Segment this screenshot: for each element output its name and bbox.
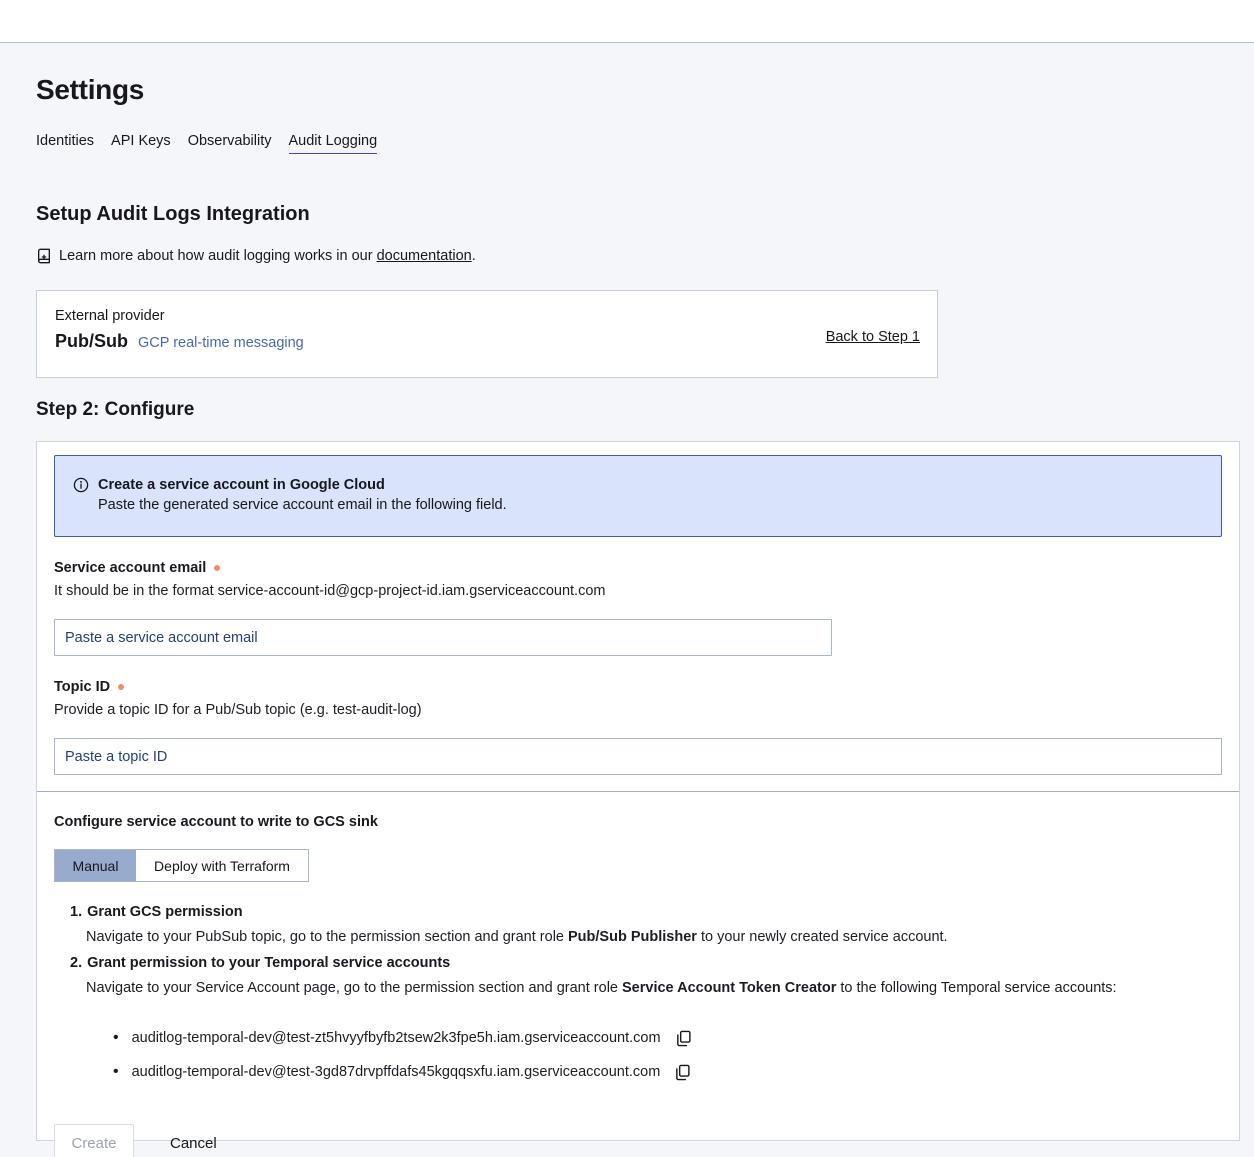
- create-button[interactable]: Create: [54, 1124, 134, 1157]
- top-navigation-bar: [0, 0, 1254, 43]
- service-account-row: • auditlog-temporal-dev@test-3gd87drvpff…: [54, 1064, 1222, 1080]
- manual-steps-list: 1. Grant GCS permission Navigate to your…: [54, 900, 1222, 1001]
- segment-manual[interactable]: Manual: [55, 850, 136, 881]
- topic-id-helper: Provide a topic ID for a Pub/Sub topic (…: [54, 702, 1222, 718]
- service-account-email-2: auditlog-temporal-dev@test-3gd87drvpffda…: [132, 1064, 661, 1080]
- learn-more-row: Learn more about how audit logging works…: [36, 248, 1218, 264]
- step-2-title: Grant permission to your Temporal servic…: [87, 951, 450, 976]
- gcs-sink-heading: Configure service account to write to GC…: [54, 814, 1222, 830]
- deploy-method-segmented-control: Manual Deploy with Terraform: [54, 849, 309, 882]
- step-item-1: 1. Grant GCS permission Navigate to your…: [70, 900, 1222, 950]
- settings-tabs: Identities API Keys Observability Audit …: [36, 133, 1218, 154]
- provider-description: GCP real-time messaging: [138, 335, 304, 351]
- topic-id-input[interactable]: [54, 738, 1222, 775]
- cancel-button[interactable]: Cancel: [170, 1135, 217, 1152]
- documentation-link[interactable]: documentation: [377, 248, 472, 264]
- provider-label: External provider: [55, 308, 304, 324]
- service-account-email-1: auditlog-temporal-dev@test-zt5hvyyfbyfb2…: [132, 1030, 661, 1046]
- tab-api-keys[interactable]: API Keys: [111, 133, 171, 153]
- setup-audit-logs-heading: Setup Audit Logs Integration: [36, 203, 1218, 226]
- step-2-heading: Step 2: Configure: [36, 399, 1218, 421]
- learn-more-text: Learn more about how audit logging works…: [59, 248, 476, 264]
- step-item-2: 2. Grant permission to your Temporal ser…: [70, 951, 1222, 1001]
- bullet: •: [113, 1030, 119, 1046]
- info-banner: Create a service account in Google Cloud…: [54, 455, 1222, 537]
- service-account-row: • auditlog-temporal-dev@test-zt5hvyyfbyf…: [54, 1030, 1222, 1046]
- step-2-config-panel: Create a service account in Google Cloud…: [36, 441, 1240, 1141]
- tab-audit-logging[interactable]: Audit Logging: [289, 133, 378, 154]
- provider-name: Pub/Sub: [55, 331, 128, 352]
- settings-page: Settings Identities API Keys Observabili…: [0, 74, 1254, 1141]
- step-1-title: Grant GCS permission: [87, 900, 243, 925]
- temporal-service-accounts-list: • auditlog-temporal-dev@test-zt5hvyyfbyf…: [54, 1030, 1222, 1080]
- segment-deploy-with-terraform[interactable]: Deploy with Terraform: [136, 850, 308, 881]
- form-actions: Create Cancel: [54, 1124, 1222, 1157]
- required-dot: [118, 684, 124, 690]
- info-banner-description: Paste the generated service account emai…: [98, 495, 507, 515]
- info-banner-text: Create a service account in Google Cloud…: [98, 475, 507, 536]
- topic-id-label: Topic ID: [54, 679, 1222, 695]
- bullet: •: [113, 1064, 119, 1080]
- section-divider: [37, 791, 1239, 792]
- service-account-email-helper: It should be in the format service-accou…: [54, 583, 1222, 599]
- back-to-step-1-link[interactable]: Back to Step 1: [826, 329, 920, 377]
- service-account-email-label: Service account email: [54, 560, 1222, 576]
- copy-icon[interactable]: [675, 1030, 692, 1047]
- service-account-email-input[interactable]: [54, 619, 832, 656]
- page-title: Settings: [36, 74, 1218, 106]
- provider-info: External provider Pub/Sub GCP real-time …: [55, 308, 304, 377]
- external-provider-card: External provider Pub/Sub GCP real-time …: [36, 290, 938, 378]
- copy-icon[interactable]: [674, 1064, 691, 1081]
- step-2-description: Navigate to your Service Account page, g…: [70, 976, 1222, 1001]
- info-icon: [73, 475, 89, 536]
- required-dot: [214, 565, 220, 571]
- info-banner-title: Create a service account in Google Cloud: [98, 475, 507, 495]
- book-plus-icon: [36, 248, 52, 264]
- step-1-description: Navigate to your PubSub topic, go to the…: [70, 925, 1222, 950]
- tab-identities[interactable]: Identities: [36, 133, 94, 153]
- tab-observability[interactable]: Observability: [188, 133, 272, 153]
